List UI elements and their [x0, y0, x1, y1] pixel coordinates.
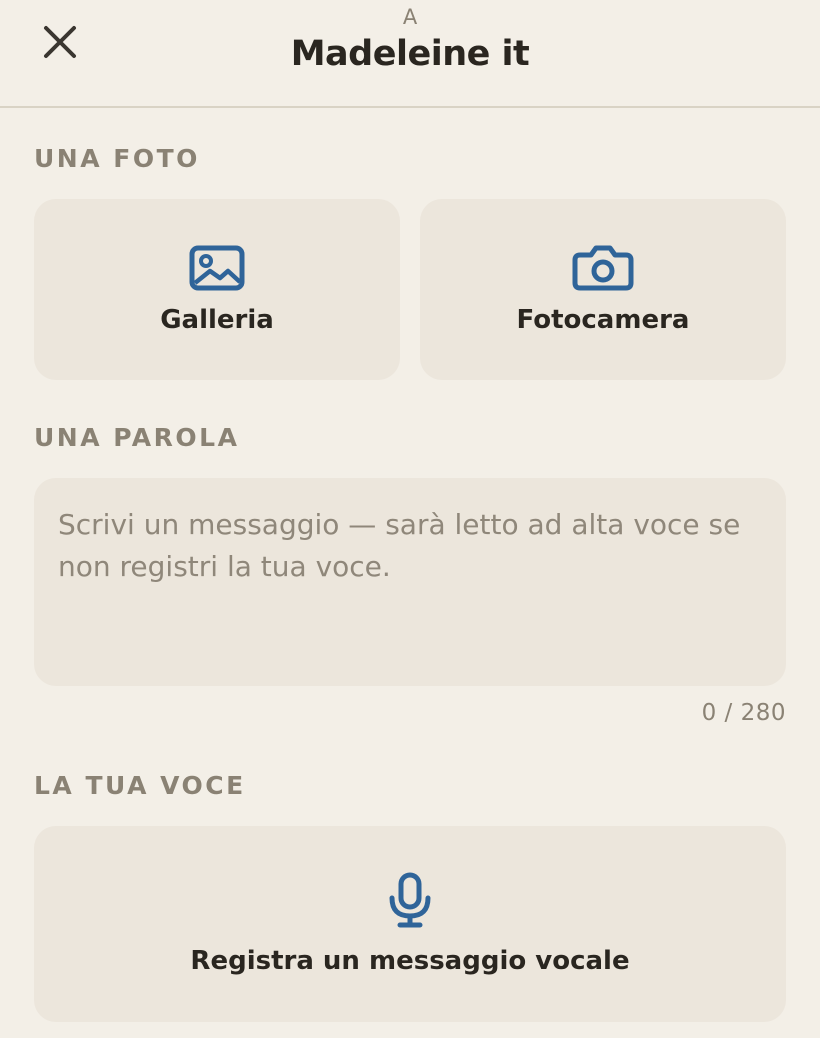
record-voice-label: Registra un messaggio vocale [190, 946, 630, 976]
message-field-container [34, 478, 786, 686]
character-counter: 0 / 280 [701, 700, 786, 726]
record-voice-button[interactable]: Registra un messaggio vocale [34, 826, 786, 1022]
gallery-label: Galleria [160, 304, 274, 335]
header-subtitle: A [402, 5, 418, 29]
camera-label: Fotocamera [516, 304, 690, 335]
image-icon [189, 245, 245, 290]
gallery-button[interactable]: Galleria [34, 199, 400, 380]
message-field[interactable] [58, 504, 762, 660]
page-title: Madeleine it [290, 34, 530, 74]
word-section-label: UNA PAROLA [34, 423, 240, 452]
microphone-icon [389, 872, 431, 928]
header: A Madeleine it [0, 0, 820, 108]
camera-button[interactable]: Fotocamera [420, 199, 786, 380]
photo-section-label: UNA FOTO [34, 144, 200, 173]
camera-icon [572, 245, 634, 290]
voice-section-label: LA TUA VOCE [34, 771, 246, 800]
